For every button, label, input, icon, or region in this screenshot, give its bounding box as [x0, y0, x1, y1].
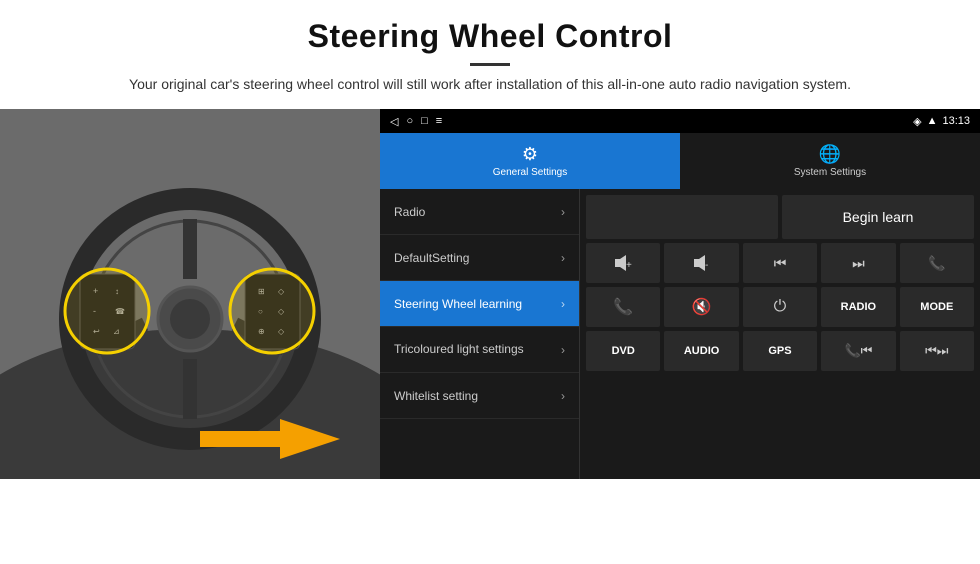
- next-track-button[interactable]: ⏭: [821, 243, 895, 283]
- page-header: Steering Wheel Control Your original car…: [0, 0, 980, 105]
- phone-prev-button[interactable]: 📞⏮: [821, 331, 895, 371]
- signal-icon: ▲: [927, 115, 938, 127]
- menu-list: Radio › DefaultSetting › Steering Wheel …: [380, 189, 580, 479]
- location-icon: ◈: [913, 115, 921, 128]
- time-display: 13:13: [942, 115, 970, 127]
- audio-label-button[interactable]: AUDIO: [664, 331, 738, 371]
- mode-label-button[interactable]: MODE: [900, 287, 974, 327]
- prev-track-button[interactable]: ⏮: [743, 243, 817, 283]
- chevron-icon-5: ›: [561, 389, 565, 403]
- chevron-icon: ›: [561, 205, 565, 219]
- menu-item-steering-label: Steering Wheel learning: [394, 297, 522, 311]
- menu-item-default-label: DefaultSetting: [394, 251, 469, 265]
- status-right-icons: ◈ ▲ 13:13: [913, 115, 970, 128]
- tab-system-settings[interactable]: 🌐 System Settings: [680, 133, 980, 189]
- menu-item-tricoloured[interactable]: Tricoloured light settings ›: [380, 327, 579, 373]
- recents-icon[interactable]: □: [421, 115, 428, 127]
- menu-item-whitelist-label: Whitelist setting: [394, 389, 478, 403]
- vol-down-button[interactable]: -: [664, 243, 738, 283]
- car-image-area: + ↕ - ☎ ↩ ⊿ ⊞ ◇ ○ ◇ ⊕ ◇: [0, 109, 380, 479]
- android-ui: ◁ ○ □ ≡ ◈ ▲ 13:13 ⚙ General Settings 🌐 S…: [380, 109, 980, 479]
- menu-item-tricoloured-label: Tricoloured light settings: [394, 342, 524, 356]
- general-settings-icon: ⚙: [522, 144, 538, 165]
- control-grid-row2: 📞 🔇 ⏻ RADIO MODE: [586, 287, 974, 327]
- system-settings-label: System Settings: [794, 167, 866, 178]
- tab-general-settings[interactable]: ⚙ General Settings: [380, 133, 680, 189]
- status-bar: ◁ ○ □ ≡ ◈ ▲ 13:13: [380, 109, 980, 133]
- system-settings-icon: 🌐: [819, 144, 841, 165]
- gps-label-button[interactable]: GPS: [743, 331, 817, 371]
- skip-button[interactable]: ⏮⏭: [900, 331, 974, 371]
- menu-icon[interactable]: ≡: [436, 115, 442, 127]
- back-icon[interactable]: ◁: [390, 115, 398, 128]
- menu-item-radio-label: Radio: [394, 205, 425, 219]
- title-divider: [470, 63, 510, 66]
- home-icon[interactable]: ○: [406, 115, 413, 127]
- dvd-label-button[interactable]: DVD: [586, 331, 660, 371]
- menu-item-radio[interactable]: Radio ›: [380, 189, 579, 235]
- general-settings-label: General Settings: [493, 167, 568, 178]
- control-panel: Begin learn + - ⏮ ⏭ 📞 📞: [580, 189, 980, 479]
- chevron-icon-3: ›: [561, 297, 565, 311]
- radio-label-button[interactable]: RADIO: [821, 287, 895, 327]
- begin-learn-row: Begin learn: [586, 195, 974, 239]
- page-subtitle: Your original car's steering wheel contr…: [60, 74, 920, 95]
- menu-item-default-setting[interactable]: DefaultSetting ›: [380, 235, 579, 281]
- power-button[interactable]: ⏻: [743, 287, 817, 327]
- chevron-icon-2: ›: [561, 251, 565, 265]
- phone-answer-button[interactable]: 📞: [586, 287, 660, 327]
- control-grid-row3: DVD AUDIO GPS 📞⏮ ⏮⏭: [586, 331, 974, 371]
- svg-text:+: +: [626, 260, 632, 271]
- menu-item-whitelist[interactable]: Whitelist setting ›: [380, 373, 579, 419]
- main-content: + ↕ - ☎ ↩ ⊿ ⊞ ◇ ○ ◇ ⊕ ◇: [0, 109, 980, 479]
- menu-control-area: Radio › DefaultSetting › Steering Wheel …: [380, 189, 980, 479]
- menu-item-steering-wheel[interactable]: Steering Wheel learning ›: [380, 281, 579, 327]
- blank-box: [586, 195, 778, 239]
- vol-up-button[interactable]: +: [586, 243, 660, 283]
- chevron-icon-4: ›: [561, 343, 565, 357]
- mute-button[interactable]: 🔇: [664, 287, 738, 327]
- control-grid-row1: + - ⏮ ⏭ 📞: [586, 243, 974, 283]
- svg-text:-: -: [705, 260, 708, 271]
- begin-learn-button[interactable]: Begin learn: [782, 195, 974, 239]
- nav-buttons: ◁ ○ □ ≡: [390, 115, 442, 128]
- begin-learn-label: Begin learn: [843, 209, 914, 225]
- tab-bar: ⚙ General Settings 🌐 System Settings: [380, 133, 980, 189]
- page-title: Steering Wheel Control: [60, 18, 920, 55]
- phone-button[interactable]: 📞: [900, 243, 974, 283]
